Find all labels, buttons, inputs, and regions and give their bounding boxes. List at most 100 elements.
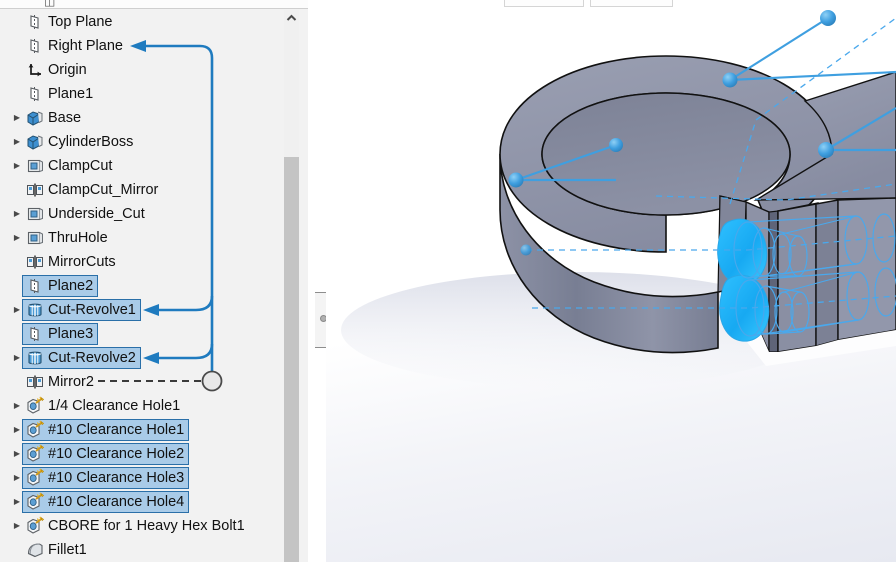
tree-row[interactable]: ▶ClampCut [0, 154, 308, 178]
tree-node-label: Plane1 [48, 84, 93, 104]
tree-row[interactable]: ▶Underside_Cut [0, 202, 308, 226]
plane-icon [25, 12, 45, 32]
tree-node-selected[interactable]: #10 Clearance Hole4 [22, 491, 189, 513]
leader-node [521, 245, 532, 256]
tree-node-label: ThruHole [48, 228, 108, 248]
tree-node-label: ClampCut [48, 156, 112, 176]
plane-icon [25, 36, 45, 56]
tree-node-selected[interactable]: #10 Clearance Hole1 [22, 419, 189, 441]
tree-row[interactable]: ▶#10 Clearance Hole2 [0, 442, 308, 466]
tree-row[interactable]: ▶Top Plane [0, 10, 308, 34]
tree-row[interactable]: ▶Base [0, 106, 308, 130]
tree-node[interactable]: Underside_Cut [22, 203, 150, 225]
leader-node [723, 73, 738, 88]
tree-node-label: Underside_Cut [48, 204, 145, 224]
tree-node[interactable]: 1/4 Clearance Hole1 [22, 395, 185, 417]
tree-node-label: #10 Clearance Hole4 [48, 492, 184, 512]
tree-node[interactable]: Mirror2 [22, 371, 99, 393]
tree-node-label: #10 Clearance Hole2 [48, 444, 184, 464]
leader-node [818, 142, 834, 158]
tree-row[interactable]: ▶Fillet1 [0, 538, 308, 562]
tree-node-label: 1/4 Clearance Hole1 [48, 396, 180, 416]
plane-icon [25, 84, 45, 104]
tree-node[interactable]: CylinderBoss [22, 131, 138, 153]
feature-manager-panel: ◫ ▶Top Plane▶Right Plane▶Origin▶Plane1▶B… [0, 0, 309, 562]
tree-row[interactable]: ▶CBORE for 1 Heavy Hex Bolt1 [0, 514, 308, 538]
tree-scrollbar[interactable] [284, 10, 299, 562]
tree-node-label: Mirror2 [48, 372, 94, 392]
tree-row[interactable]: ▶ClampCut_Mirror [0, 178, 308, 202]
tree-row[interactable]: ▶Plane1 [0, 82, 308, 106]
solidworks-window: ◫ ▶Top Plane▶Right Plane▶Origin▶Plane1▶B… [0, 0, 896, 562]
tree-node[interactable]: Fillet1 [22, 539, 92, 561]
cut-extrude-icon [25, 228, 45, 248]
hole-wizard-icon [25, 444, 45, 464]
tree-node[interactable]: ClampCut_Mirror [22, 179, 163, 201]
tree-node-label: Top Plane [48, 12, 113, 32]
tree-node-label: #10 Clearance Hole3 [48, 468, 184, 488]
tree-node-label: Fillet1 [48, 540, 87, 560]
clamp-jaw-face-d [838, 198, 896, 340]
tree-node-label: CBORE for 1 Heavy Hex Bolt1 [48, 516, 245, 536]
tree-panel-top-strip: ◫ [0, 0, 308, 9]
scroll-up-arrow-icon[interactable] [284, 10, 299, 26]
tree-row[interactable]: ▶Origin [0, 58, 308, 82]
tree-row[interactable]: ▶Right Plane [0, 34, 308, 58]
cut-extrude-icon [25, 156, 45, 176]
tree-node[interactable]: ThruHole [22, 227, 113, 249]
tree-row[interactable]: ▶Cut-Revolve1 [0, 298, 308, 322]
hole-wizard-icon [25, 516, 45, 536]
tree-node-label: Plane3 [48, 324, 93, 344]
tree-row[interactable]: ▶#10 Clearance Hole1 [0, 418, 308, 442]
origin-icon [25, 60, 45, 80]
tree-row[interactable]: ▶Plane2 [0, 274, 308, 298]
tree-node-selected[interactable]: #10 Clearance Hole3 [22, 467, 189, 489]
tree-node-label: CylinderBoss [48, 132, 133, 152]
tree-node-selected[interactable]: Cut-Revolve1 [22, 299, 141, 321]
tree-node-selected[interactable]: Plane2 [22, 275, 98, 297]
tree-node-selected[interactable]: #10 Clearance Hole2 [22, 443, 189, 465]
cut-extrude-icon [25, 204, 45, 224]
tree-row[interactable]: ▶#10 Clearance Hole4 [0, 490, 308, 514]
leader-node [609, 138, 623, 152]
fillet-icon [25, 540, 45, 560]
tree-node[interactable]: Top Plane [22, 11, 118, 33]
tree-row[interactable]: ▶Cut-Revolve2 [0, 346, 308, 370]
feature-tree-list[interactable]: ▶Top Plane▶Right Plane▶Origin▶Plane1▶Bas… [0, 10, 308, 562]
tree-node[interactable]: MirrorCuts [22, 251, 121, 273]
model-graphics [326, 0, 896, 562]
tree-scrollbar-thumb[interactable] [284, 157, 299, 562]
tree-node[interactable]: CBORE for 1 Heavy Hex Bolt1 [22, 515, 250, 537]
tree-node-label: Origin [48, 60, 87, 80]
hole-wizard-icon [25, 468, 45, 488]
boss-extrude-icon [25, 132, 45, 152]
tree-row[interactable]: ▶MirrorCuts [0, 250, 308, 274]
tree-row[interactable]: ▶#10 Clearance Hole3 [0, 466, 308, 490]
hole-wizard-icon [25, 492, 45, 512]
tree-node-label: Cut-Revolve1 [48, 300, 136, 320]
partial-tree-item-icon: ◫ [44, 0, 55, 8]
hole-wizard-icon [25, 420, 45, 440]
tree-row[interactable]: ▶ThruHole [0, 226, 308, 250]
tree-node-selected[interactable]: Plane3 [22, 323, 98, 345]
tree-node[interactable]: Origin [22, 59, 92, 81]
cut-revolve-icon [25, 300, 45, 320]
tree-row[interactable]: ▶Plane3 [0, 322, 308, 346]
mirror-icon [25, 180, 45, 200]
leader-node [820, 10, 836, 26]
mirror-icon [25, 372, 45, 392]
graphics-viewport[interactable] [326, 0, 896, 562]
panel-splitter[interactable] [308, 0, 326, 562]
tree-node[interactable]: ClampCut [22, 155, 117, 177]
tree-node-label: Right Plane [48, 36, 123, 56]
plane-icon [25, 276, 45, 296]
tree-node[interactable]: Plane1 [22, 83, 98, 105]
tree-node-selected[interactable]: Cut-Revolve2 [22, 347, 141, 369]
tree-node[interactable]: Right Plane [22, 35, 128, 57]
tree-row[interactable]: ▶Mirror2 [0, 370, 308, 394]
mirror-icon [25, 252, 45, 272]
cut-revolve-icon [25, 348, 45, 368]
tree-row[interactable]: ▶CylinderBoss [0, 130, 308, 154]
tree-node[interactable]: Base [22, 107, 86, 129]
tree-row[interactable]: ▶1/4 Clearance Hole1 [0, 394, 308, 418]
